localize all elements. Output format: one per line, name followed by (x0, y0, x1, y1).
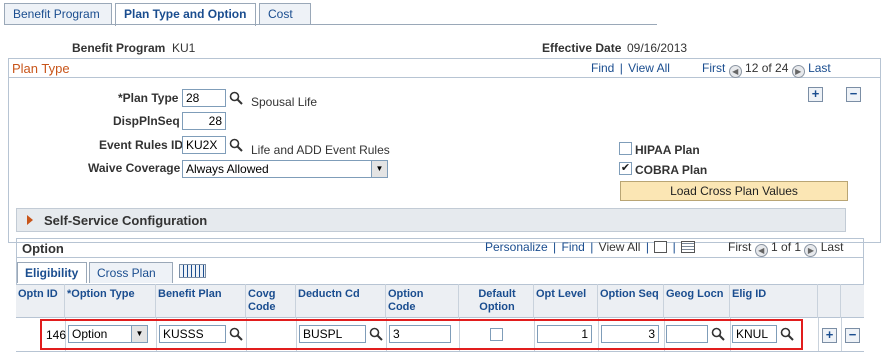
effective-date-value: 09/16/2013 (627, 41, 688, 55)
hipaa-checkbox[interactable] (619, 142, 632, 155)
plan-type-label: *Plan Type (118, 91, 179, 105)
next-icon[interactable]: ▶ (791, 65, 805, 78)
waive-coverage-select[interactable]: Always Allowed ▼ (182, 160, 388, 178)
event-rules-description: Life and ADD Event Rules (251, 143, 390, 157)
col-option-seq[interactable]: Option Seq (598, 284, 664, 318)
displnseq-input[interactable] (182, 112, 226, 130)
tab-benefit-program[interactable]: Benefit Program (4, 3, 112, 25)
tab-divider (4, 24, 657, 25)
delete-option-row-button[interactable]: − (845, 328, 860, 343)
first-link[interactable]: First (702, 61, 725, 75)
plan-type-input[interactable] (182, 89, 226, 107)
col-deductn-cd[interactable]: Deductn Cd (296, 284, 386, 318)
grid-divider (841, 318, 842, 351)
option-last-link[interactable]: Last (821, 240, 844, 254)
col-opt-level[interactable]: Opt Level (534, 284, 598, 318)
expand-arrow-icon[interactable] (27, 215, 33, 225)
col-geog-locn[interactable]: Geog Locn (664, 284, 730, 318)
cobra-checkbox[interactable]: ✔ (619, 162, 632, 175)
option-pager: First ◀ 1 of 1 ▶ Last (728, 240, 843, 257)
option-next-icon[interactable]: ▶ (804, 244, 818, 257)
col-covg-code[interactable]: Covg Code (246, 284, 296, 318)
add-option-row-button[interactable]: + (822, 328, 837, 343)
plan-type-lookup-icon[interactable] (229, 91, 243, 105)
col-default-option[interactable]: Default Option (459, 284, 534, 318)
option-first-link[interactable]: First (728, 240, 751, 254)
col-elig-id[interactable]: Elig ID (730, 284, 818, 318)
plan-type-title: Plan Type (12, 61, 70, 76)
hipaa-label: HIPAA Plan (635, 143, 700, 157)
load-cross-plan-values-button[interactable]: Load Cross Plan Values (620, 181, 848, 201)
find-link[interactable]: Find (591, 61, 614, 75)
effective-date-label: Effective Date (542, 41, 622, 55)
last-link[interactable]: Last (808, 61, 831, 75)
option-title: Option (22, 241, 64, 256)
plan-type-pager: First ◀ 12 of 24 ▶ Last (702, 61, 831, 78)
event-rules-lookup-icon[interactable] (229, 138, 243, 152)
row-count: 12 of 24 (745, 61, 789, 75)
col-option-type[interactable]: *Option Type (65, 284, 156, 318)
waive-coverage-value: Always Allowed (186, 162, 269, 176)
delete-row-button[interactable]: − (846, 87, 861, 102)
col-add (818, 284, 841, 318)
cobra-label: COBRA Plan (635, 163, 708, 177)
plan-type-description: Spousal Life (251, 95, 318, 109)
self-service-title: Self-Service Configuration (44, 213, 208, 228)
col-option-code[interactable]: Option Code (386, 284, 459, 318)
self-service-configuration-header[interactable]: Self-Service Configuration (16, 208, 846, 232)
personalize-link[interactable]: Personalize (485, 240, 548, 254)
tab-cost[interactable]: Cost (259, 3, 311, 25)
displnseq-label: DispPlnSeq (113, 114, 180, 128)
view-all-link[interactable]: View All (628, 61, 670, 75)
grid-divider (818, 318, 819, 351)
option-title-rule (17, 257, 863, 258)
option-find-link[interactable]: Find (562, 240, 585, 254)
highlight-box (40, 319, 803, 350)
add-row-button[interactable]: + (808, 87, 823, 102)
event-rules-input[interactable] (182, 136, 226, 154)
tab-plan-type-and-option[interactable]: Plan Type and Option (115, 3, 256, 26)
option-row-count: 1 of 1 (771, 240, 802, 254)
subtab-cross-plan[interactable]: Cross Plan (89, 262, 173, 283)
waive-coverage-label: Waive Coverage (88, 161, 181, 175)
option-previous-icon[interactable]: ◀ (754, 244, 768, 257)
col-benefit-plan[interactable]: Benefit Plan (156, 284, 246, 318)
option-view-all-link[interactable]: View All (599, 240, 641, 254)
event-rules-label: Event Rules ID (99, 138, 184, 152)
download-grid-icon[interactable] (681, 241, 696, 253)
subtab-eligibility[interactable]: Eligibility (17, 262, 87, 283)
show-all-columns-icon[interactable] (179, 264, 206, 278)
col-delete (841, 284, 864, 318)
benefit-program-value: KU1 (172, 41, 196, 55)
benefit-program-label: Benefit Program (72, 41, 166, 55)
previous-icon[interactable]: ◀ (728, 65, 742, 78)
zoom-icon[interactable] (654, 241, 668, 253)
chevron-down-icon: ▼ (371, 161, 387, 177)
option-nav: Personalize | Find | View All | | (485, 240, 696, 254)
col-optn-id[interactable]: Optn ID (16, 284, 65, 318)
plan-type-nav: Find | View All (591, 61, 670, 75)
